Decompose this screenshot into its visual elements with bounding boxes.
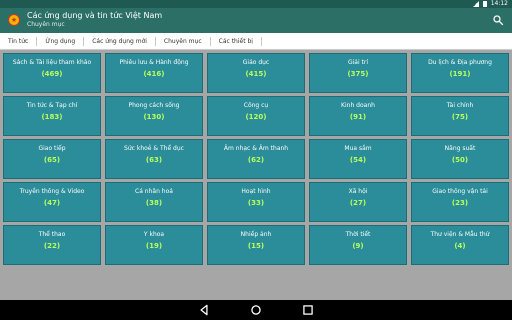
category-count: (27) <box>349 199 367 207</box>
app-subtitle: Chuyên mục <box>27 21 65 28</box>
category-name: Hoạt hình <box>241 188 271 195</box>
category-count: (15) <box>247 242 265 250</box>
category-tile[interactable]: Sách & Tài liệu tham khảo (469) <box>3 53 101 93</box>
category-name: Thư viện & Mẫu thử <box>430 231 490 238</box>
category-count: (9) <box>352 242 364 250</box>
category-count: (38) <box>145 199 163 207</box>
category-name: Âm nhạc & Âm thanh <box>223 145 289 152</box>
category-count: (75) <box>451 113 469 121</box>
category-name: Sức khoẻ & Thể dục <box>124 145 184 152</box>
category-tile[interactable]: Thời tiết (9) <box>309 225 407 265</box>
category-tile[interactable]: Thư viện & Mẫu thử (4) <box>411 225 509 265</box>
tab-bar: Tin tức Ứng dụng Các ứng dụng mới Chuyên… <box>0 33 512 50</box>
category-count: (469) <box>41 70 63 78</box>
category-count: (191) <box>449 70 471 78</box>
status-bar: 14:12 <box>0 0 512 8</box>
category-count: (415) <box>245 70 267 78</box>
category-name: Giải trí <box>347 59 369 66</box>
category-tile[interactable]: Giải trí (375) <box>309 53 407 93</box>
category-tile[interactable]: Sức khoẻ & Thể dục (63) <box>105 139 203 179</box>
recents-icon[interactable] <box>301 303 315 317</box>
category-name: Du lịch & Địa phương <box>428 59 492 66</box>
category-count: (375) <box>347 70 369 78</box>
category-tile[interactable]: Xã hội (27) <box>309 182 407 222</box>
status-time: 14:12 <box>490 0 508 7</box>
category-name: Sách & Tài liệu tham khảo <box>12 59 92 66</box>
category-tile[interactable]: Du lịch & Địa phương (191) <box>411 53 509 93</box>
category-count: (183) <box>41 113 63 121</box>
tab-divider <box>260 36 262 46</box>
category-count: (54) <box>349 156 367 164</box>
navigation-bar <box>0 300 512 320</box>
category-name: Phiêu lưu & Hành động <box>119 59 189 66</box>
category-count: (23) <box>451 199 469 207</box>
category-name: Kinh doanh <box>341 102 375 109</box>
category-name: Giao thông vận tải <box>432 188 488 195</box>
category-count: (130) <box>143 113 165 121</box>
category-count: (22) <box>43 242 61 250</box>
tab-devices[interactable]: Các thiết bị <box>211 33 261 50</box>
back-icon[interactable] <box>197 303 211 317</box>
category-count: (120) <box>245 113 267 121</box>
category-tile[interactable]: Hoạt hình (33) <box>207 182 305 222</box>
tab-apps[interactable]: Ứng dụng <box>37 33 83 50</box>
category-tile[interactable]: Tin tức & Tạp chí (183) <box>3 96 101 136</box>
category-tile[interactable]: Tài chính (75) <box>411 96 509 136</box>
category-tile[interactable]: Năng suất (50) <box>411 139 509 179</box>
category-tile[interactable]: Truyền thông & Video (47) <box>3 182 101 222</box>
category-name: Xã hội <box>348 188 368 195</box>
category-tile[interactable]: Giao thông vận tải (23) <box>411 182 509 222</box>
category-tile[interactable]: Công cụ (120) <box>207 96 305 136</box>
category-tile[interactable]: Thể thao (22) <box>3 225 101 265</box>
category-name: Năng suất <box>444 145 476 152</box>
tab-categories[interactable]: Chuyên mục <box>156 33 210 50</box>
category-name: Cá nhân hoá <box>135 188 173 195</box>
category-name: Truyền thông & Video <box>19 188 85 195</box>
category-tile[interactable]: Phiêu lưu & Hành động (416) <box>105 53 203 93</box>
category-name: Phong cách sống <box>128 102 180 109</box>
category-tile[interactable]: Kinh doanh (91) <box>309 96 407 136</box>
category-tile[interactable]: Giao tiếp (65) <box>3 139 101 179</box>
category-count: (65) <box>43 156 61 164</box>
category-tile[interactable]: Giáo dục (415) <box>207 53 305 93</box>
tab-news[interactable]: Tin tức <box>0 33 36 50</box>
category-count: (63) <box>145 156 163 164</box>
app-bar: ★ Các ứng dụng và tin tức Việt Nam Chuyê… <box>0 8 512 33</box>
category-tile[interactable]: Nhiếp ảnh (15) <box>207 225 305 265</box>
category-name: Giáo dục <box>242 59 270 66</box>
category-grid: Sách & Tài liệu tham khảo (469) Phiêu lưu… <box>3 53 510 265</box>
category-count: (50) <box>451 156 469 164</box>
category-tile[interactable]: Cá nhân hoá (38) <box>105 182 203 222</box>
category-count: (91) <box>349 113 367 121</box>
battery-icon <box>482 1 487 7</box>
app-title: Các ứng dụng và tin tức Việt Nam <box>27 11 163 20</box>
search-icon[interactable] <box>492 14 504 26</box>
category-name: Giao tiếp <box>38 145 66 152</box>
category-tile[interactable]: Y khoa (19) <box>105 225 203 265</box>
home-icon[interactable] <box>249 303 263 317</box>
category-name: Y khoa <box>143 231 165 238</box>
category-name: Thời tiết <box>345 231 371 238</box>
category-count: (416) <box>143 70 165 78</box>
category-tile[interactable]: Phong cách sống (130) <box>105 96 203 136</box>
category-tile[interactable]: Mua sắm (54) <box>309 139 407 179</box>
category-name: Nhiếp ảnh <box>240 231 272 238</box>
category-name: Công cụ <box>243 102 269 109</box>
category-count: (62) <box>247 156 265 164</box>
category-count: (33) <box>247 199 265 207</box>
category-name: Tin tức & Tạp chí <box>26 102 78 109</box>
category-tile[interactable]: Âm nhạc & Âm thanh (62) <box>207 139 305 179</box>
category-count: (4) <box>454 242 466 250</box>
category-name: Tài chính <box>446 102 474 109</box>
tab-new-apps[interactable]: Các ứng dụng mới <box>84 33 155 50</box>
signal-icon <box>472 1 479 7</box>
category-name: Mua sắm <box>344 145 372 152</box>
category-count: (47) <box>43 199 61 207</box>
category-name: Thể thao <box>38 231 66 238</box>
category-count: (19) <box>145 242 163 250</box>
app-logo-icon: ★ <box>8 14 20 26</box>
